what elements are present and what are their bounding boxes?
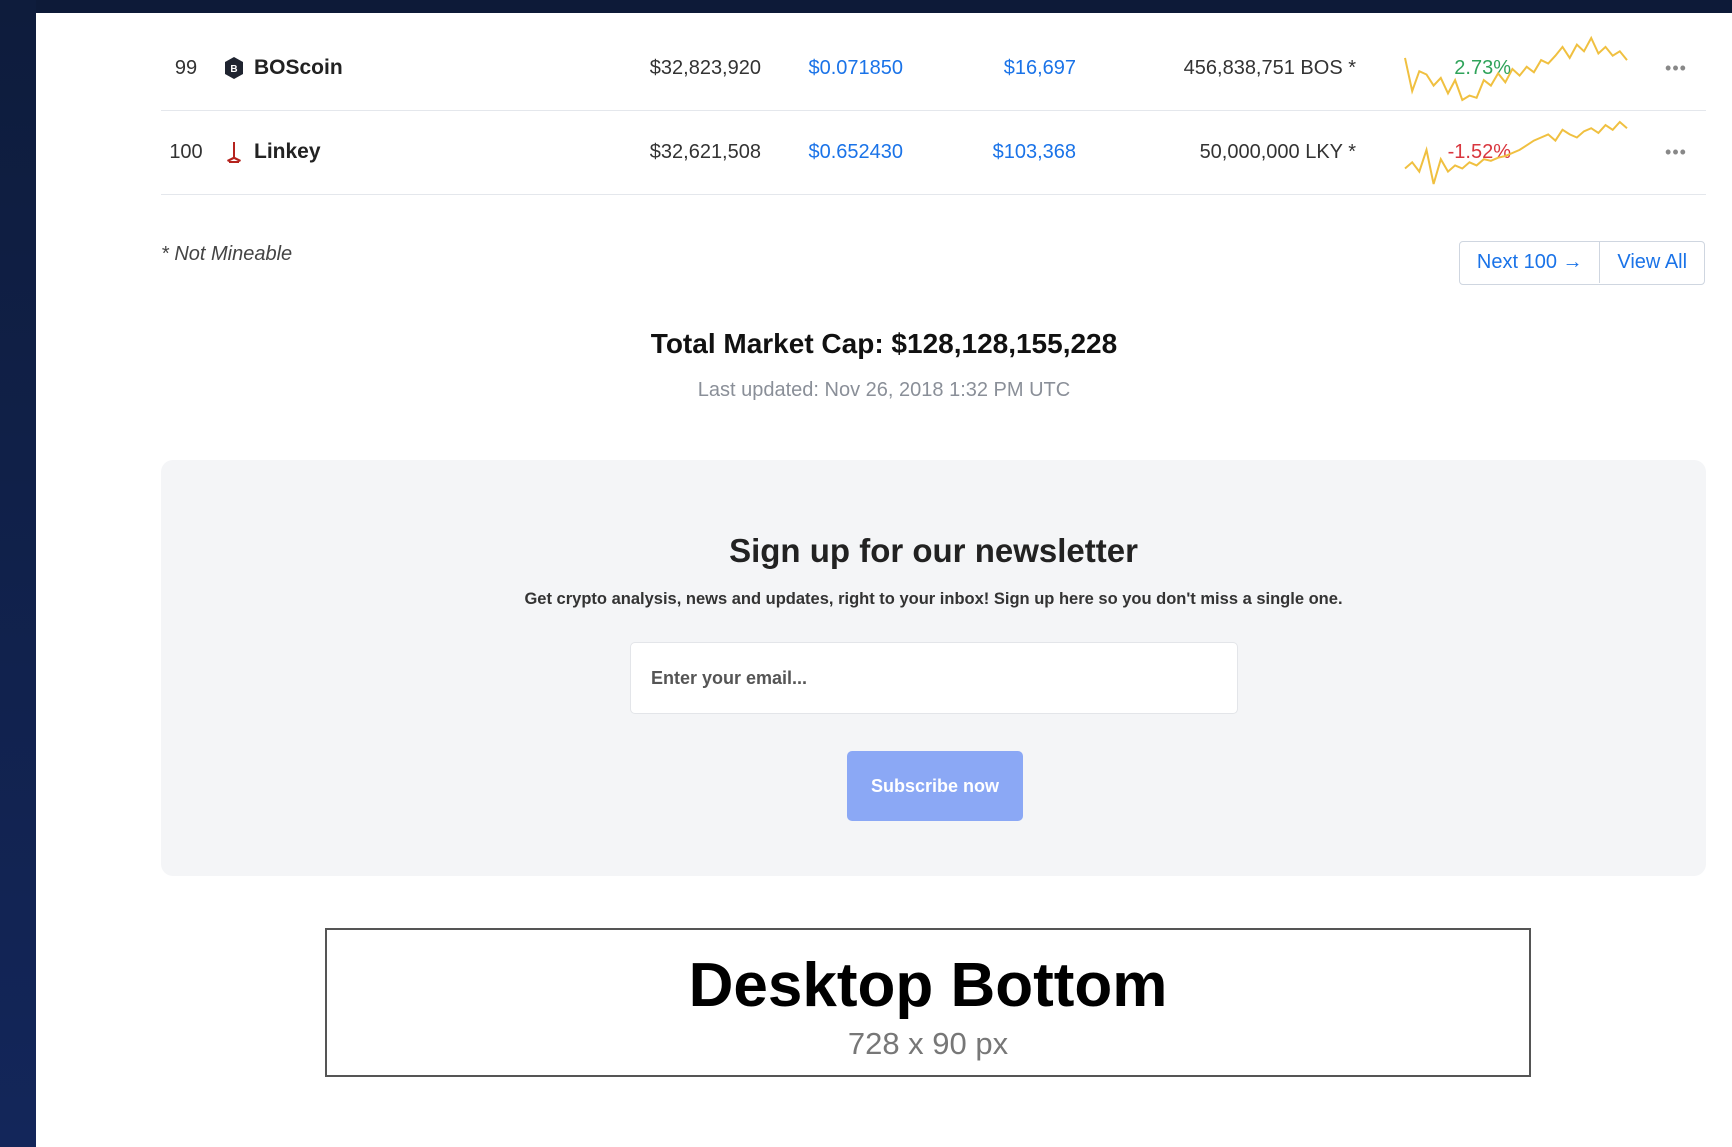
- sparkline-line: [1404, 35, 1628, 102]
- total-market-cap: Total Market Cap: $128,128,155,228: [650, 328, 1118, 359]
- ad-title: Desktop Bottom: [688, 951, 1168, 1020]
- more-options-button[interactable]: •••: [1656, 110, 1696, 194]
- not-mineable-footnote: * Not Mineable: [161, 243, 293, 265]
- coin-name-link[interactable]: BOScoin: [254, 26, 343, 110]
- volume-link[interactable]: $103,368: [876, 110, 1076, 194]
- ad-placeholder: Desktop Bottom 728 x 90 px: [325, 928, 1531, 1077]
- left-background: [0, 0, 36, 1147]
- next-100-button[interactable]: Next 100 →: [1460, 242, 1601, 283]
- price-sparkline: [1401, 118, 1631, 188]
- newsletter-title: Sign up for our newsletter: [729, 532, 1138, 569]
- pagination: Next 100 → View All: [1459, 241, 1705, 285]
- table-row[interactable]: 100 Linkey $32,621,508 $0.652430 $103,36…: [161, 110, 1706, 195]
- svg-text:B: B: [230, 64, 237, 75]
- newsletter-section: Sign up for our newsletter Get crypto an…: [161, 460, 1706, 876]
- volume-link[interactable]: $16,697: [876, 26, 1076, 110]
- table-row[interactable]: 99 B BOScoin $32,823,920 $0.071850 $16,6…: [161, 26, 1706, 111]
- last-updated: Last updated: Nov 26, 2018 1:32 PM UTC: [697, 379, 1071, 401]
- rank-cell: 99: [174, 57, 198, 79]
- subscribe-button[interactable]: Subscribe now: [847, 751, 1023, 821]
- rank-cell: 100: [169, 141, 203, 163]
- sparkline-line: [1404, 120, 1628, 185]
- coin-name-link[interactable]: Linkey: [254, 110, 321, 194]
- boscoin-hexagon-icon: B: [223, 56, 245, 80]
- top-bar: [0, 0, 1732, 13]
- email-field[interactable]: [630, 642, 1238, 714]
- page-content: 99 B BOScoin $32,823,920 $0.071850 $16,6…: [36, 13, 1732, 1147]
- linkey-icon: [223, 140, 245, 164]
- more-options-button[interactable]: •••: [1656, 26, 1696, 110]
- ad-size: 728 x 90 px: [847, 1026, 1009, 1061]
- newsletter-description: Get crypto analysis, news and updates, r…: [524, 590, 1343, 608]
- price-sparkline: [1401, 34, 1631, 104]
- view-all-button[interactable]: View All: [1600, 242, 1704, 283]
